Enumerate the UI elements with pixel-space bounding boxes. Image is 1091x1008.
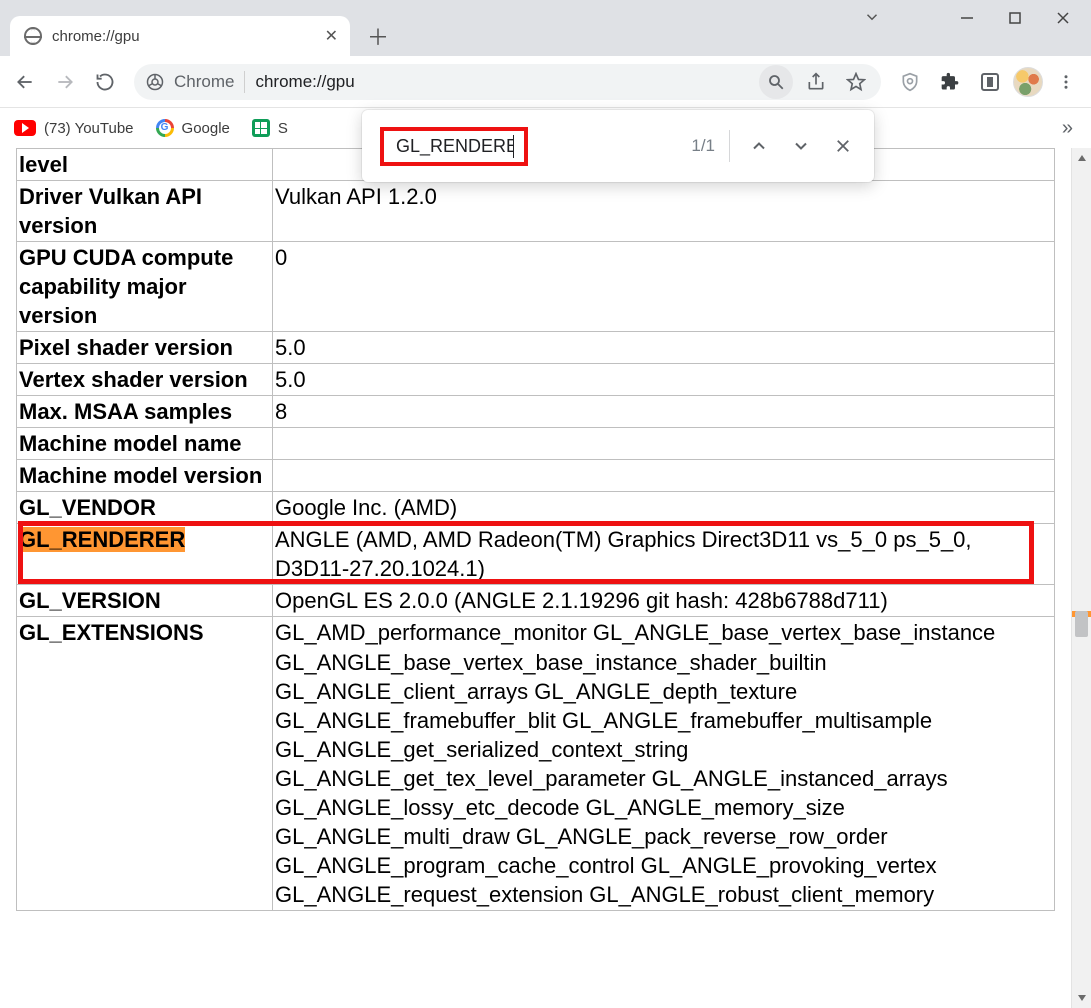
titlebar: chrome://gpu ✕ ＋ [0, 0, 1091, 56]
extension-shield-icon[interactable] [893, 65, 927, 99]
bookmarks-overflow-icon[interactable]: » [1062, 117, 1077, 140]
chrome-menu-icon[interactable] [1049, 65, 1083, 99]
table-row: Max. MSAA samples8 [17, 396, 1055, 428]
table-key: Driver Vulkan API version [17, 181, 273, 242]
page-content: levelDriver Vulkan API versionVulkan API… [0, 148, 1071, 1008]
bookmark-label: (73) YouTube [44, 120, 134, 137]
find-indicator-icon[interactable] [759, 65, 793, 99]
share-icon[interactable] [799, 65, 833, 99]
site-info[interactable]: Chrome [146, 72, 234, 92]
bookmark-label: S [278, 120, 288, 137]
globe-icon [24, 27, 42, 45]
table-row: GL_EXTENSIONSGL_AMD_performance_monitor … [17, 617, 1055, 910]
find-prev-button[interactable] [738, 125, 780, 167]
table-row: GL_RENDERERANGLE (AMD, AMD Radeon(TM) Gr… [17, 524, 1055, 585]
table-key: GL_VENDOR [17, 492, 273, 524]
table-value [273, 460, 1055, 492]
table-row: Machine model version [17, 460, 1055, 492]
table-value: Vulkan API 1.2.0 [273, 181, 1055, 242]
find-close-button[interactable] [822, 125, 864, 167]
youtube-icon [14, 120, 36, 136]
find-match-count: 1/1 [691, 136, 715, 156]
table-row: Driver Vulkan API versionVulkan API 1.2.… [17, 181, 1055, 242]
address-bar[interactable]: Chrome chrome://gpu [134, 64, 881, 100]
vertical-scrollbar[interactable] [1071, 148, 1091, 1008]
find-input[interactable] [394, 135, 514, 158]
table-value: Google Inc. (AMD) [273, 492, 1055, 524]
sidepanel-icon[interactable] [973, 65, 1007, 99]
table-key: Vertex shader version [17, 364, 273, 396]
table-value: 5.0 [273, 364, 1055, 396]
table-key: level [17, 149, 273, 181]
browser-tab[interactable]: chrome://gpu ✕ [10, 16, 350, 56]
table-row: GL_VENDORGoogle Inc. (AMD) [17, 492, 1055, 524]
table-row: Pixel shader version5.0 [17, 332, 1055, 364]
sheets-icon [252, 119, 270, 137]
tab-search-icon[interactable] [863, 8, 881, 26]
site-info-label: Chrome [174, 72, 234, 92]
table-key: GL_VERSION [17, 585, 273, 617]
reload-button[interactable] [88, 65, 122, 99]
table-row: GL_VERSIONOpenGL ES 2.0.0 (ANGLE 2.1.192… [17, 585, 1055, 617]
window-controls [943, 4, 1087, 32]
bookmark-star-icon[interactable] [839, 65, 873, 99]
table-value [273, 428, 1055, 460]
scroll-down-arrow[interactable] [1072, 988, 1091, 1008]
window-minimize-button[interactable] [943, 4, 991, 32]
tab-close-icon[interactable]: ✕ [325, 26, 338, 46]
chrome-icon [146, 73, 164, 91]
bookmark-google[interactable]: Google [156, 119, 230, 137]
scroll-up-arrow[interactable] [1072, 148, 1091, 168]
find-separator [729, 130, 730, 162]
table-key: GL_EXTENSIONS [17, 617, 273, 910]
table-value: ANGLE (AMD, AMD Radeon(TM) Graphics Dire… [273, 524, 1055, 585]
new-tab-button[interactable]: ＋ [360, 18, 396, 54]
toolbar: Chrome chrome://gpu [0, 56, 1091, 108]
find-next-button[interactable] [780, 125, 822, 167]
find-in-page-bar: 1/1 [362, 110, 874, 182]
table-key: Pixel shader version [17, 332, 273, 364]
tab-title: chrome://gpu [52, 28, 315, 45]
table-row: Vertex shader version5.0 [17, 364, 1055, 396]
table-key: GPU CUDA compute capability major versio… [17, 242, 273, 332]
table-key: Max. MSAA samples [17, 396, 273, 428]
window-maximize-button[interactable] [991, 4, 1039, 32]
table-key: GL_RENDERER [17, 524, 273, 585]
url-text: chrome://gpu [255, 72, 354, 92]
find-input-highlight [380, 127, 528, 166]
bookmark-youtube[interactable]: (73) YouTube [14, 120, 134, 137]
scrollbar-track[interactable] [1072, 168, 1091, 988]
extensions-puzzle-icon[interactable] [933, 65, 967, 99]
nav-forward-button[interactable] [48, 65, 82, 99]
bookmark-sheets[interactable]: S [252, 119, 288, 137]
nav-back-button[interactable] [8, 65, 42, 99]
bookmark-label: Google [182, 120, 230, 137]
table-value: OpenGL ES 2.0.0 (ANGLE 2.1.19296 git has… [273, 585, 1055, 617]
table-value: GL_AMD_performance_monitor GL_ANGLE_base… [273, 617, 1055, 910]
table-value: 0 [273, 242, 1055, 332]
table-key: Machine model version [17, 460, 273, 492]
google-icon [156, 119, 174, 137]
profile-avatar[interactable] [1013, 67, 1043, 97]
window-close-button[interactable] [1039, 4, 1087, 32]
table-row: GPU CUDA compute capability major versio… [17, 242, 1055, 332]
table-key: Machine model name [17, 428, 273, 460]
table-row: Machine model name [17, 428, 1055, 460]
scrollbar-thumb[interactable] [1075, 611, 1088, 637]
omnibox-separator [244, 71, 245, 93]
gpu-info-table: levelDriver Vulkan API versionVulkan API… [16, 148, 1055, 911]
table-value: 8 [273, 396, 1055, 428]
table-value: 5.0 [273, 332, 1055, 364]
